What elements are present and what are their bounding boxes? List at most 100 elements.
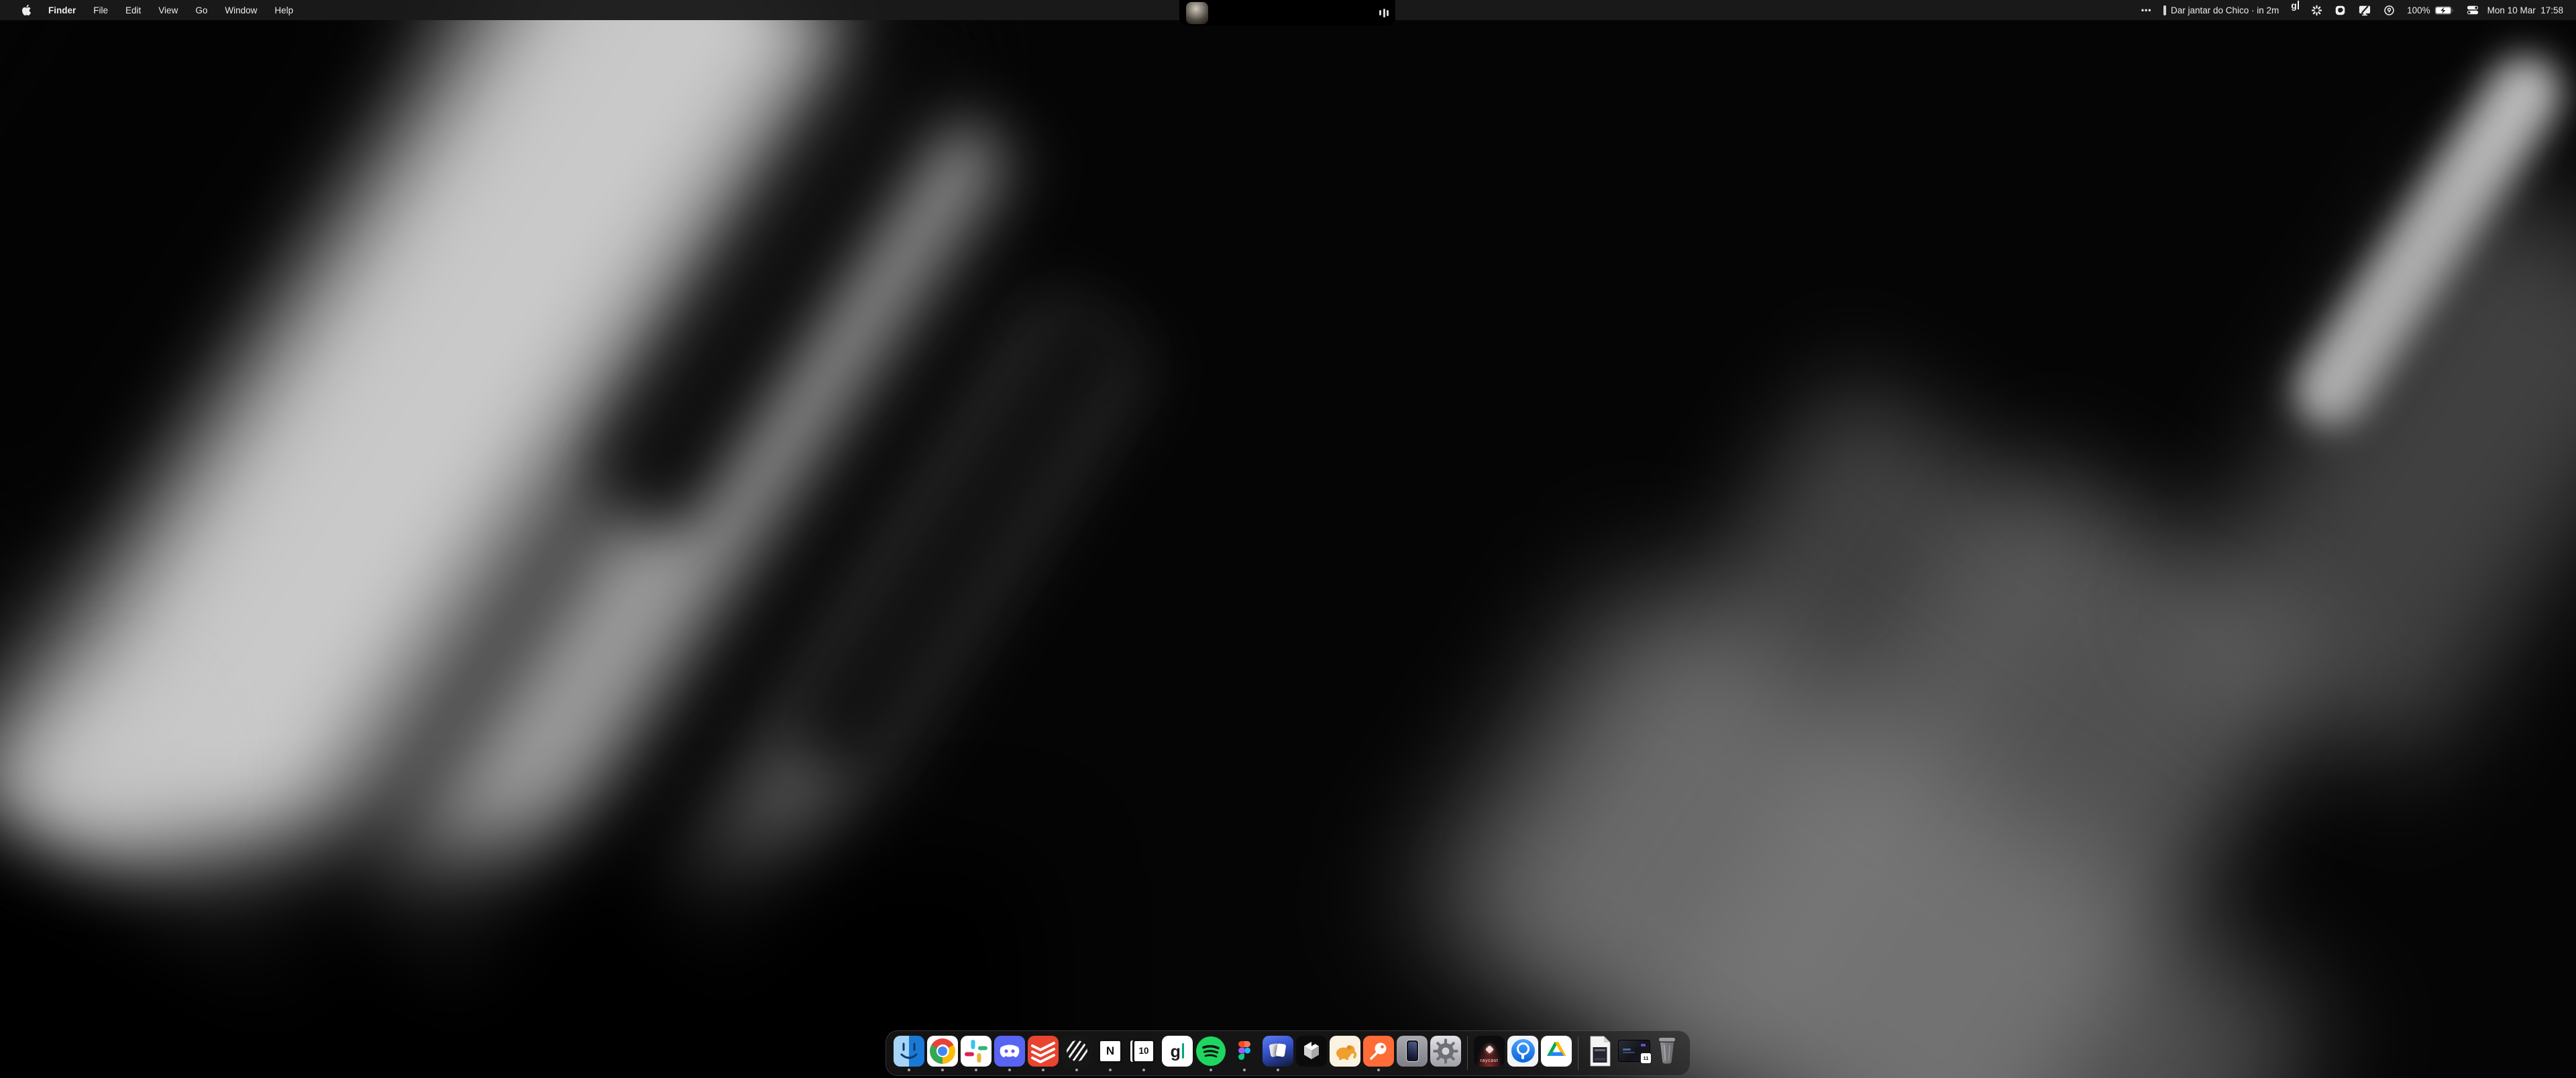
event-text: Dar jantar do Chico · in 2m [2171, 5, 2279, 15]
wallpaper-glow [27, 691, 188, 852]
dock-app-google-drive[interactable] [1540, 1036, 1573, 1071]
wallpaper [0, 0, 2576, 1078]
pointer-squircle-icon[interactable] [2328, 0, 2352, 20]
dock-app-postico[interactable] [1328, 1036, 1362, 1071]
desktop: Finder File Edit View Go Window Help •••… [0, 0, 2576, 1078]
dock-app-chrome[interactable] [926, 1036, 959, 1071]
menu-edit[interactable]: Edit [117, 0, 150, 20]
dock-app-finder[interactable] [892, 1036, 926, 1071]
chrome-icon [927, 1036, 958, 1067]
menu-go[interactable]: Go [186, 0, 216, 20]
slack-icon [961, 1036, 991, 1067]
running-indicator [941, 1069, 944, 1071]
dock-app-notion-calendar[interactable]: 10 [1127, 1036, 1161, 1071]
cursor-squircle-icon [2334, 5, 2346, 16]
running-indicator [1008, 1069, 1011, 1071]
control-center-icon[interactable] [2461, 0, 2485, 20]
cube-app-icon [1296, 1036, 1327, 1067]
dock-app-raycast[interactable]: raycast [1472, 1036, 1506, 1071]
dock-app-linear[interactable] [1060, 1036, 1093, 1071]
dock-app-iphone-mirroring[interactable] [1395, 1036, 1429, 1071]
notion-calendar-icon: 10 [1128, 1036, 1159, 1067]
onepassword-icon [1507, 1036, 1538, 1067]
dock-divider [1467, 1036, 1468, 1070]
spotify-icon [1195, 1036, 1226, 1067]
calendar-date-number: 10 [1138, 1046, 1148, 1056]
overflow-menu-icon[interactable]: ••• [2135, 0, 2158, 20]
flower-gear-icon[interactable] [2305, 0, 2328, 20]
event-color-bar [2163, 5, 2166, 15]
running-indicator [975, 1069, 977, 1071]
trash-icon [1652, 1036, 1682, 1067]
dock-app-todoist[interactable] [1026, 1036, 1060, 1071]
menu-bar-clock[interactable]: Mon 10 Mar 17:58 [2485, 0, 2569, 20]
dock-app-postman[interactable] [1362, 1036, 1395, 1071]
dock-app-discord[interactable] [993, 1036, 1026, 1071]
dock-app-grammarly[interactable]: g [1161, 1036, 1194, 1071]
battery-charging-icon [2434, 5, 2455, 15]
dock-app-system-settings[interactable] [1429, 1036, 1462, 1071]
system-settings-icon [1430, 1036, 1461, 1067]
document-file-icon [1585, 1036, 1615, 1067]
running-indicator [1377, 1069, 1380, 1071]
apple-icon [22, 5, 31, 15]
running-indicator [1210, 1069, 1212, 1071]
dock-app-slack[interactable] [959, 1036, 993, 1071]
dock-app-1password[interactable] [1506, 1036, 1540, 1071]
google-drive-icon [1541, 1036, 1572, 1067]
notion-icon: N [1095, 1036, 1126, 1067]
dock-file-document[interactable] [1583, 1036, 1617, 1071]
running-indicator [1277, 1069, 1279, 1071]
dock-app-figma[interactable] [1228, 1036, 1261, 1071]
apple-menu[interactable] [13, 0, 40, 20]
dock-minimized-window[interactable]: 11 [1617, 1036, 1650, 1071]
dock-app-dark-cube[interactable] [1295, 1036, 1328, 1071]
green-caret [1182, 1043, 1185, 1059]
text-caret-icon [2298, 1, 2299, 9]
raycast-icon: raycast [1474, 1036, 1505, 1067]
linear-icon [1061, 1036, 1092, 1067]
menu-window[interactable]: Window [216, 0, 266, 20]
minimized-window-thumbnail: 11 [1618, 1036, 1649, 1067]
display-icon[interactable] [2352, 0, 2377, 20]
dock: N 10 g [885, 1030, 1690, 1076]
running-indicator [1142, 1069, 1145, 1071]
postman-icon [1363, 1036, 1394, 1067]
raycast-label: raycast [1481, 1059, 1499, 1063]
menu-file[interactable]: File [85, 0, 117, 20]
figma-icon [1229, 1036, 1260, 1067]
now-playing-album-art[interactable] [1186, 2, 1208, 24]
notch-media-widget [1179, 0, 1395, 25]
wallpaper-shadow [0, 852, 1040, 1078]
app-menu-title[interactable]: Finder [40, 0, 85, 20]
dock-app-spotify[interactable] [1194, 1036, 1228, 1071]
menu-view[interactable]: View [150, 0, 186, 20]
calendar-event-item[interactable]: Dar jantar do Chico · in 2m [2157, 0, 2285, 20]
onepassword-menu-icon[interactable] [2377, 0, 2401, 20]
flower-icon [2311, 5, 2322, 16]
menu-help[interactable]: Help [266, 0, 302, 20]
running-indicator [908, 1069, 910, 1071]
grammarly-menu-icon[interactable]: g [2285, 0, 2305, 20]
keyhole-circle-icon [2383, 5, 2395, 16]
elephant-app-icon [1330, 1036, 1360, 1067]
running-indicator [1042, 1069, 1044, 1071]
dock-app-notion[interactable]: N [1093, 1036, 1127, 1071]
finder-icon [894, 1036, 924, 1067]
running-indicator [1109, 1069, 1112, 1071]
audio-visualizer-icon[interactable] [1379, 0, 1389, 25]
grammarly-icon: g [1162, 1036, 1193, 1067]
grammarly-letter: g [1171, 1042, 1181, 1061]
dock-app-blue-cards[interactable] [1261, 1036, 1295, 1071]
dock-trash[interactable] [1650, 1036, 1684, 1071]
grammarly-glyph: g [2291, 0, 2297, 11]
menu-bar-left: Finder File Edit View Go Window Help [0, 0, 302, 20]
monitor-icon [2358, 4, 2371, 16]
raycast-diamond [1485, 1045, 1494, 1054]
discord-icon [994, 1036, 1025, 1067]
menu-bar-status: ••• Dar jantar do Chico · in 2m g [2135, 0, 2576, 20]
toggles-icon [2467, 5, 2479, 15]
battery-percent: 100% [2407, 5, 2430, 15]
iphone-mirroring-icon [1397, 1036, 1428, 1067]
battery-indicator[interactable]: 100% [2401, 0, 2461, 20]
